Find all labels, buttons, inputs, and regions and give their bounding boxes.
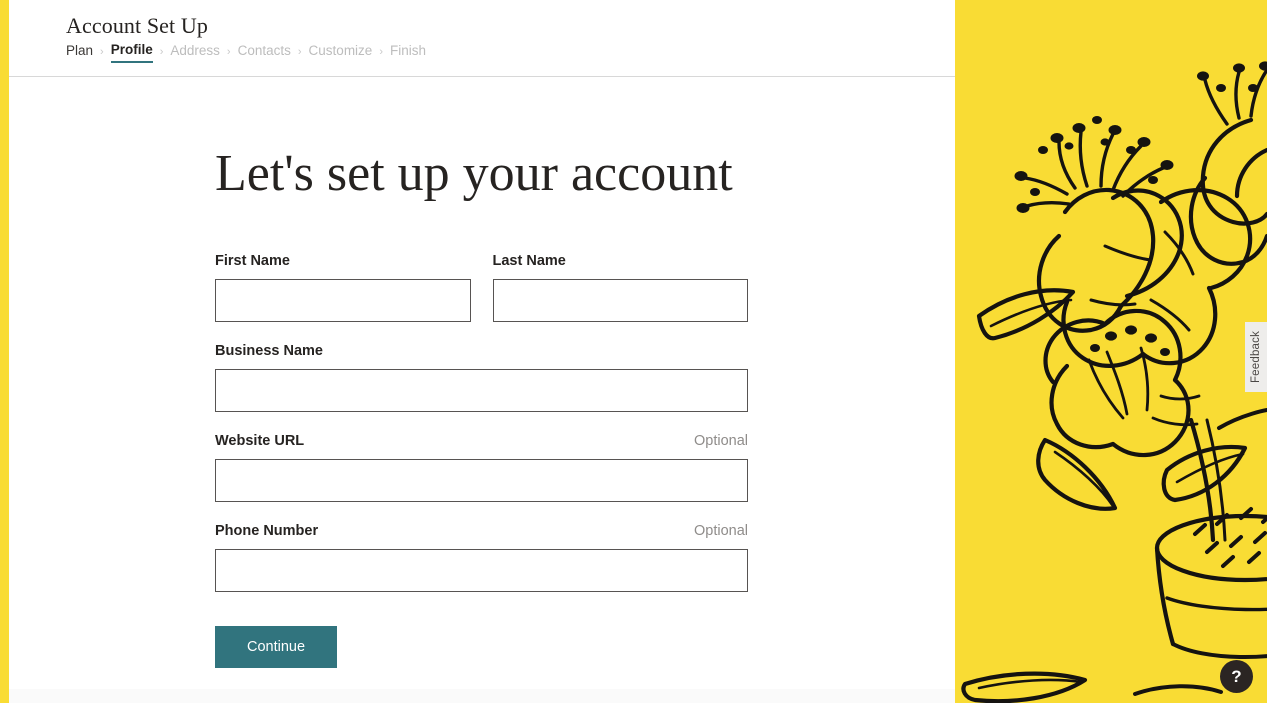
setup-form: Let's set up your account First Name Las… bbox=[215, 77, 749, 669]
account-setup-page: Account Set Up Plan › Profile › Address … bbox=[0, 0, 1267, 703]
breadcrumb-item-customize[interactable]: Customize bbox=[309, 43, 373, 62]
first-name-label-row: First Name bbox=[215, 252, 471, 270]
website-url-input[interactable] bbox=[215, 459, 748, 503]
last-name-input[interactable] bbox=[492, 279, 748, 323]
website-url-optional-tag: Optional bbox=[693, 433, 748, 450]
last-name-label-row: Last Name bbox=[493, 252, 749, 270]
breadcrumb-item-address[interactable]: Address bbox=[170, 43, 220, 62]
feedback-tab[interactable]: Feedback bbox=[1245, 322, 1267, 392]
website-url-label-row: Website URL Optional bbox=[215, 432, 748, 450]
page-header: Account Set Up Plan › Profile › Address … bbox=[0, 0, 955, 77]
website-url-field-group: Website URL Optional bbox=[215, 432, 748, 503]
chevron-right-icon: › bbox=[159, 45, 164, 58]
first-name-label: First Name bbox=[215, 253, 290, 270]
phone-number-input[interactable] bbox=[215, 549, 748, 593]
business-name-label-row: Business Name bbox=[215, 342, 748, 360]
page-title: Account Set Up bbox=[66, 13, 208, 38]
phone-number-field-group: Phone Number Optional bbox=[215, 522, 748, 593]
chevron-right-icon: › bbox=[100, 45, 104, 58]
first-name-input[interactable] bbox=[215, 279, 471, 323]
phone-number-label-row: Phone Number Optional bbox=[215, 522, 748, 540]
chevron-right-icon: › bbox=[297, 45, 302, 58]
bottom-band bbox=[9, 689, 955, 703]
continue-button[interactable]: Continue bbox=[215, 626, 337, 669]
last-name-label: Last Name bbox=[492, 253, 566, 270]
form-pane: Account Set Up Plan › Profile › Address … bbox=[0, 0, 955, 703]
last-name-field-group: Last Name bbox=[492, 252, 749, 323]
breadcrumb-item-profile[interactable]: Profile bbox=[110, 42, 153, 63]
breadcrumb-item-plan[interactable]: Plan bbox=[66, 43, 93, 62]
feedback-tab-label: Feedback bbox=[1250, 330, 1263, 384]
first-name-field-group: First Name bbox=[215, 252, 471, 323]
phone-number-optional-tag: Optional bbox=[693, 523, 748, 540]
decorative-illustration-pane: Feedback ? bbox=[955, 0, 1267, 703]
name-row: First Name Last Name bbox=[215, 252, 749, 323]
breadcrumb: Plan › Profile › Address › Contacts › Cu… bbox=[66, 42, 426, 63]
breadcrumb-item-contacts[interactable]: Contacts bbox=[238, 43, 291, 62]
lily-plant-illustration bbox=[955, 0, 1267, 703]
page-headline: Let's set up your account bbox=[215, 145, 733, 202]
breadcrumb-item-finish[interactable]: Finish bbox=[390, 43, 426, 62]
website-url-label: Website URL bbox=[215, 433, 305, 450]
left-accent-strip bbox=[0, 0, 9, 703]
submit-row: Continue bbox=[215, 626, 748, 669]
business-name-label: Business Name bbox=[215, 343, 323, 360]
help-button[interactable]: ? bbox=[1220, 660, 1253, 693]
business-name-field-group: Business Name bbox=[215, 342, 748, 413]
phone-number-label: Phone Number bbox=[215, 523, 319, 540]
business-name-input[interactable] bbox=[215, 369, 748, 413]
chevron-right-icon: › bbox=[226, 45, 231, 58]
chevron-right-icon: › bbox=[379, 45, 383, 58]
